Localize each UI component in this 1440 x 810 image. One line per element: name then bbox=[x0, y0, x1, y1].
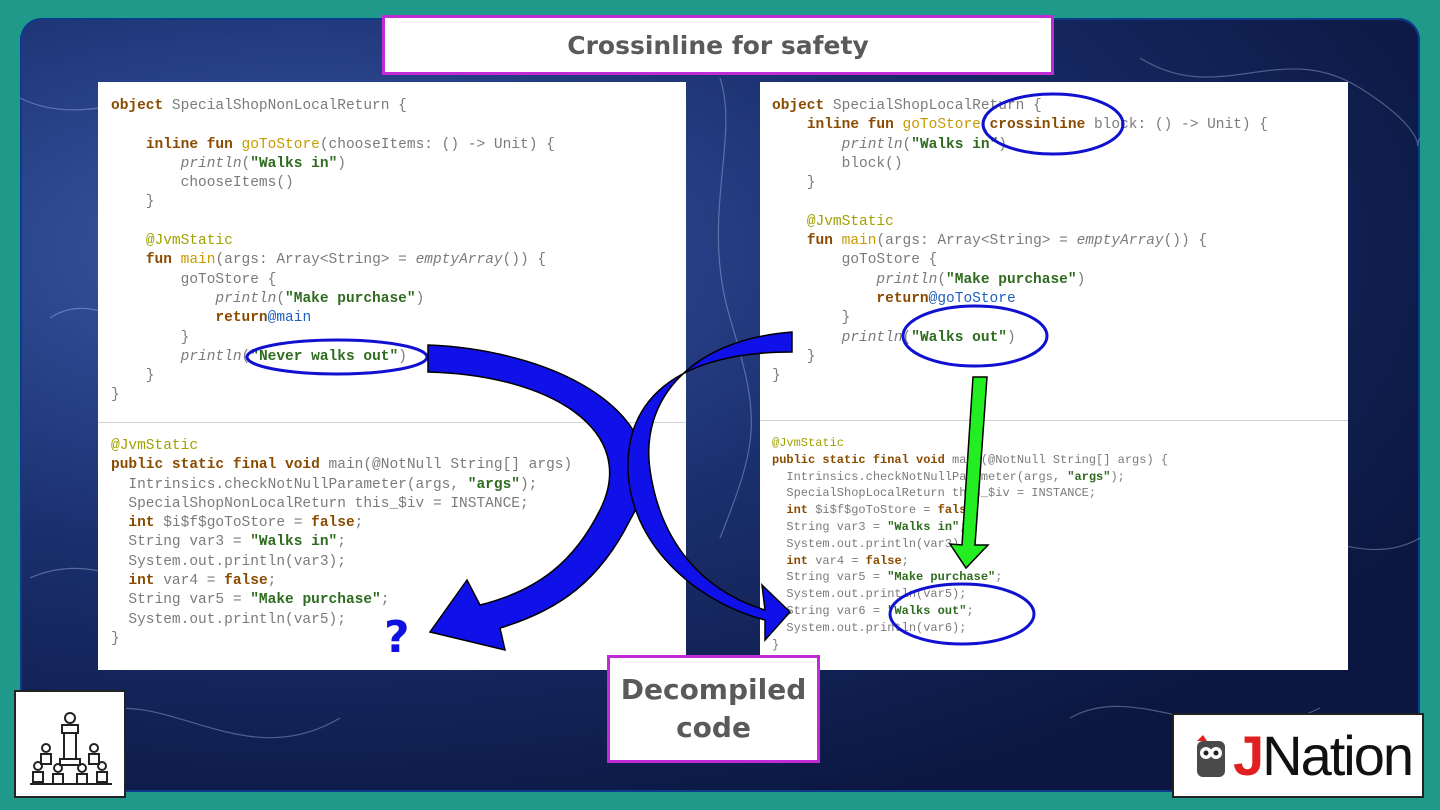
right-curved-arrow bbox=[627, 331, 793, 642]
logo-j: J bbox=[1232, 724, 1264, 787]
decompiled-label-line1: Decompiled bbox=[620, 673, 807, 706]
crossinline-highlight-ellipse bbox=[981, 92, 1125, 156]
green-down-arrow bbox=[948, 376, 990, 570]
never-walks-out-highlight-ellipse bbox=[245, 338, 429, 376]
left-curved-arrow bbox=[427, 344, 646, 652]
slide: Crossinline for safety object SpecialSho… bbox=[0, 0, 1440, 810]
question-mark: ? bbox=[384, 612, 410, 663]
decompiled-code-label-box: Decompiled code bbox=[607, 655, 820, 763]
jnation-logo: J Nation bbox=[1172, 713, 1424, 798]
decompiled-walks-out-highlight-ellipse bbox=[888, 582, 1036, 646]
speaker-podium-icon-box bbox=[14, 690, 126, 798]
logo-nation: Nation bbox=[1262, 724, 1414, 787]
podium-audience-icon bbox=[30, 712, 112, 785]
walks-out-highlight-ellipse bbox=[901, 304, 1049, 368]
decompiled-label-line2: code bbox=[676, 711, 751, 744]
owl-mascot-icon bbox=[1196, 734, 1225, 777]
